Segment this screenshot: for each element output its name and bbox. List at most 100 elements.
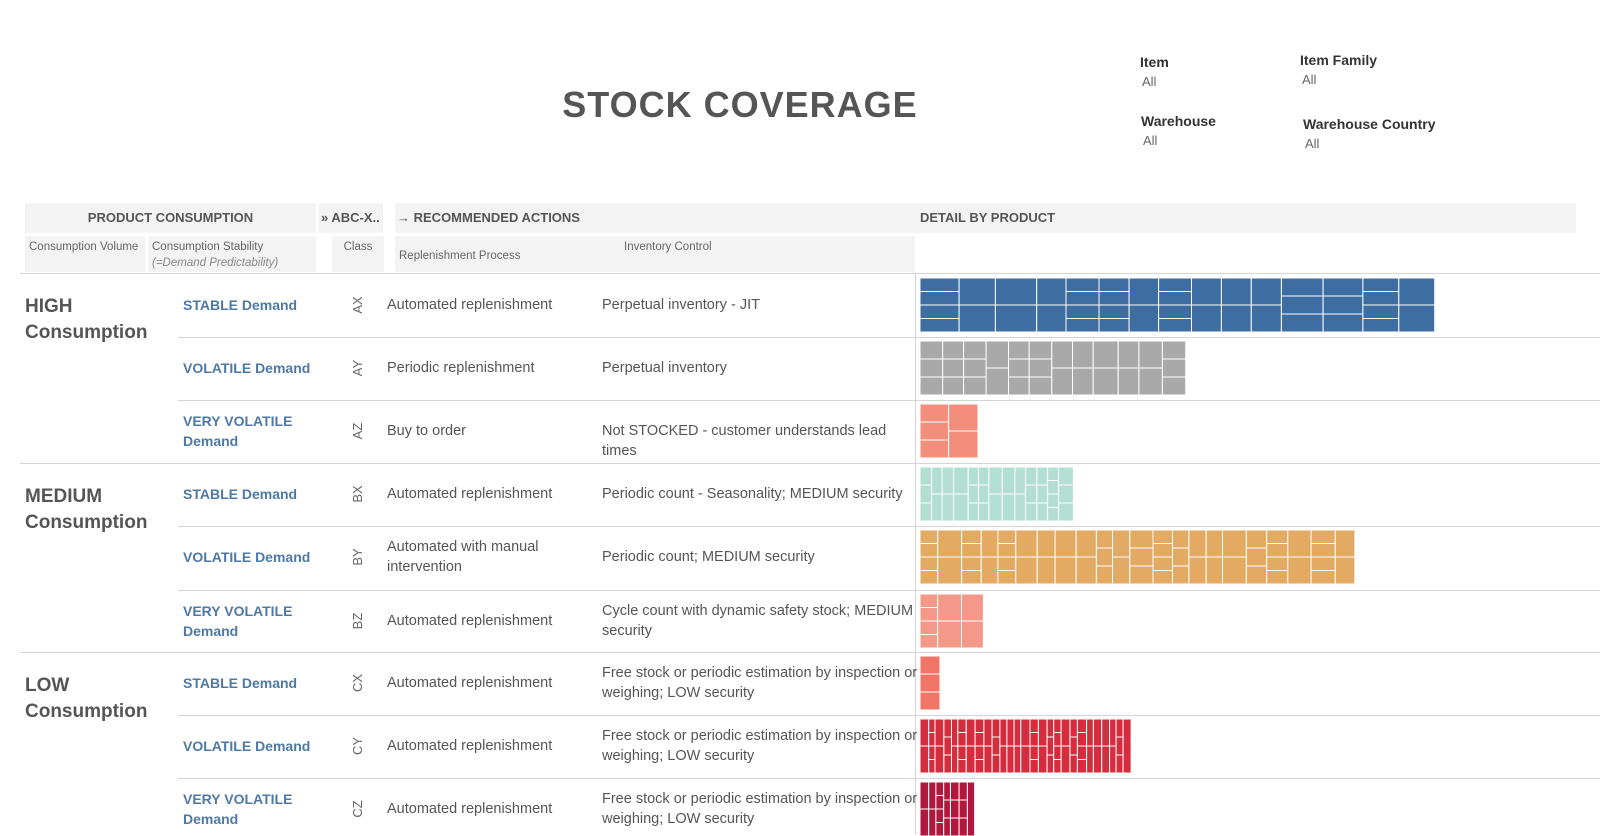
filter-value[interactable]: All [1142,74,1169,89]
product-tile[interactable] [1037,305,1066,332]
product-tile[interactable] [1059,485,1074,503]
product-tile[interactable] [920,719,929,746]
product-tile[interactable] [1323,296,1363,314]
product-tile[interactable] [944,755,952,773]
treemap-svg[interactable] [920,467,1107,521]
product-tile[interactable] [1002,494,1015,521]
product-tile[interactable] [962,571,982,585]
product-tile[interactable] [1123,719,1131,773]
product-tile[interactable] [998,544,1016,558]
product-tile[interactable] [1096,548,1112,566]
product-tile[interactable] [938,557,962,584]
product-tile[interactable] [959,305,995,332]
product-tile[interactable] [920,278,959,292]
product-tile[interactable] [958,746,966,760]
product-tile[interactable] [920,746,929,773]
product-tile[interactable] [1153,530,1173,544]
product-tile[interactable] [1052,368,1073,395]
row-stability-label[interactable]: VOLATILE Demand [183,736,313,756]
product-tile[interactable] [1030,760,1038,774]
product-tile[interactable] [968,467,978,485]
product-tile[interactable] [944,818,951,836]
product-tile[interactable] [952,719,958,746]
product-tile[interactable] [1070,737,1077,755]
product-tile[interactable] [1030,719,1038,733]
product-tile[interactable] [1363,305,1399,319]
product-tile[interactable] [1206,530,1222,557]
product-tile[interactable] [1159,278,1192,292]
row-stability-label[interactable]: VERY VOLATILE Demand [183,789,313,829]
product-tile[interactable] [1335,530,1355,557]
product-tile[interactable] [1087,719,1094,746]
product-tile[interactable] [1029,341,1052,359]
product-tile[interactable] [992,737,1000,755]
product-tile[interactable] [1070,719,1077,737]
product-tile[interactable] [1363,292,1399,306]
product-tile[interactable] [981,557,998,584]
product-tile[interactable] [943,377,964,395]
product-tile[interactable] [986,368,1008,395]
product-tile[interactable] [959,278,995,305]
product-tile[interactable] [992,755,1000,773]
product-tile[interactable] [1267,530,1288,544]
product-tile[interactable] [951,800,960,818]
product-tile[interactable] [1099,319,1129,333]
row-treemap[interactable] [920,656,940,710]
row-stability-label[interactable]: VOLATILE Demand [183,547,313,567]
product-tile[interactable] [1162,341,1185,359]
product-tile[interactable] [1323,278,1363,296]
product-tile[interactable] [1038,746,1047,773]
product-tile[interactable] [1048,494,1059,508]
product-tile[interactable] [992,719,1000,737]
product-tile[interactable] [954,494,969,521]
product-tile[interactable] [1246,548,1266,566]
product-tile[interactable] [1323,314,1363,332]
product-tile[interactable] [1048,467,1059,481]
product-tile[interactable] [1206,557,1222,584]
product-tile[interactable] [1037,467,1048,485]
product-tile[interactable] [1093,341,1118,368]
product-tile[interactable] [1281,296,1323,314]
product-tile[interactable] [1099,292,1129,306]
row-treemap[interactable] [920,719,1168,773]
product-tile[interactable] [1048,481,1059,495]
product-tile[interactable] [995,305,1036,332]
product-tile[interactable] [920,404,949,422]
product-tile[interactable] [1162,359,1185,377]
product-tile[interactable] [1000,746,1007,773]
product-tile[interactable] [1281,314,1323,332]
product-tile[interactable] [1311,571,1335,585]
product-tile[interactable] [984,746,992,773]
product-tile[interactable] [1073,368,1094,395]
product-tile[interactable] [1399,278,1435,305]
product-tile[interactable] [1054,746,1062,760]
product-tile[interactable] [968,485,978,503]
product-tile[interactable] [920,467,932,485]
product-tile[interactable] [920,319,959,333]
product-tile[interactable] [1221,305,1251,332]
product-tile[interactable] [975,719,984,733]
product-tile[interactable] [1159,292,1192,306]
product-tile[interactable] [1009,341,1030,359]
product-tile[interactable] [1037,530,1055,557]
product-tile[interactable] [959,818,967,836]
product-tile[interactable] [1038,719,1047,746]
product-tile[interactable] [1173,548,1189,566]
product-tile[interactable] [966,746,975,773]
product-tile[interactable] [967,782,974,836]
product-tile[interactable] [1015,467,1026,494]
product-tile[interactable] [1021,719,1030,746]
product-tile[interactable] [1251,305,1281,332]
product-tile[interactable] [1093,368,1118,395]
product-tile[interactable] [1077,760,1086,774]
product-tile[interactable] [929,733,935,747]
product-tile[interactable] [1047,755,1054,773]
product-tile[interactable] [1130,566,1153,584]
product-tile[interactable] [1251,278,1281,305]
product-tile[interactable] [1102,746,1110,773]
product-tile[interactable] [920,571,938,585]
product-tile[interactable] [975,760,984,774]
row-stability-label[interactable]: STABLE Demand [183,295,313,315]
product-tile[interactable] [1267,544,1288,558]
product-tile[interactable] [1037,278,1066,305]
